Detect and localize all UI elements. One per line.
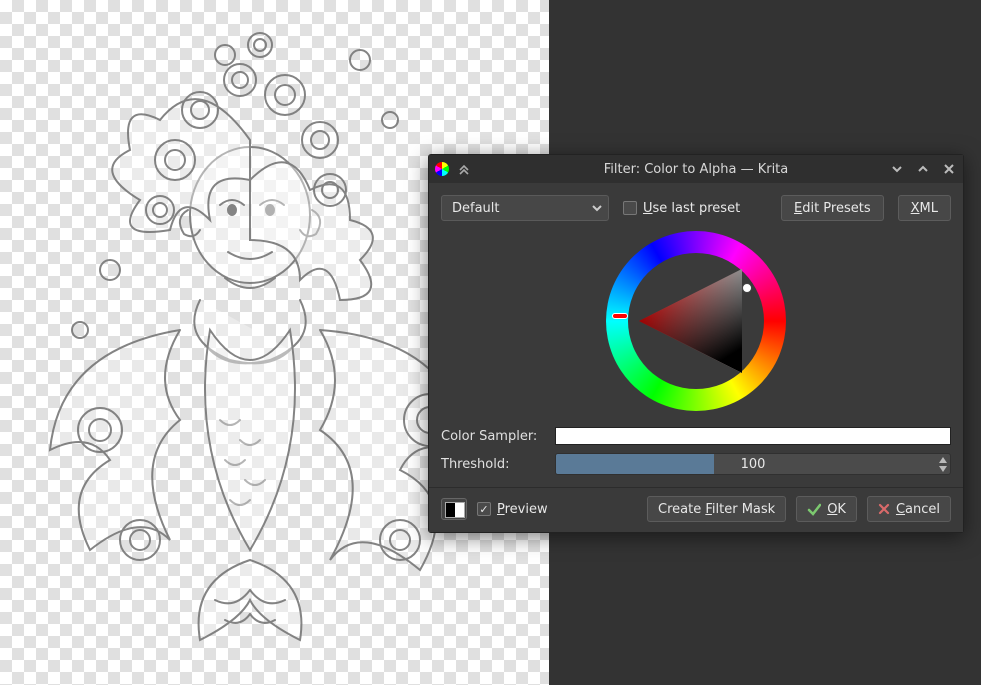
use-last-preset-label: Use last preset [643,201,740,216]
create-filter-mask-button[interactable]: Create Filter Mask [647,496,786,522]
dialog-titlebar[interactable]: Filter: Color to Alpha — Krita [429,155,963,183]
xml-button[interactable]: XML [898,195,951,221]
create-filter-mask-label: Create Filter Mask [658,502,775,517]
color-wheel[interactable] [606,231,786,411]
ok-icon [807,502,821,516]
threshold-value: 100 [556,454,950,474]
color-sampler-label: Color Sampler: [441,429,551,444]
checkbox-icon: ✓ [477,502,491,516]
dialog-title: Filter: Color to Alpha — Krita [429,162,963,177]
cancel-button[interactable]: Cancel [867,496,951,522]
preview-thumbnail-toggle[interactable] [441,498,467,520]
use-last-preset-check[interactable]: Use last preset [623,201,740,216]
cancel-label: Cancel [896,502,940,517]
threshold-label: Threshold: [441,457,551,472]
preview-label: Preview [497,502,548,517]
collapse-icon[interactable] [457,162,471,176]
chevron-down-icon [592,203,602,213]
filter-dialog: Filter: Color to Alpha — Krita Default U… [428,154,964,533]
preset-combo-label: Default [452,201,500,216]
threshold-slider[interactable]: 100 [555,453,951,475]
ok-button[interactable]: OK [796,496,857,522]
hue-cursor[interactable] [683,231,709,253]
ring-mask [628,253,764,389]
threshold-step-up[interactable] [937,455,949,464]
cancel-icon [878,503,890,515]
maximize-button[interactable] [913,159,933,179]
krita-app-icon [435,162,449,176]
shade-button[interactable] [887,159,907,179]
color-sampler-input[interactable] [555,427,951,445]
edit-presets-button[interactable]: Edit Presets [781,195,884,221]
preview-check[interactable]: ✓ Preview [477,502,548,517]
close-button[interactable] [939,159,959,179]
ok-label: OK [827,502,846,517]
edit-presets-label: Edit Presets [794,201,871,216]
threshold-step-down[interactable] [937,464,949,473]
checkbox-icon [623,201,637,215]
sv-marker[interactable] [742,283,752,293]
preset-combo[interactable]: Default [441,195,609,221]
xml-label: XML [911,201,938,216]
